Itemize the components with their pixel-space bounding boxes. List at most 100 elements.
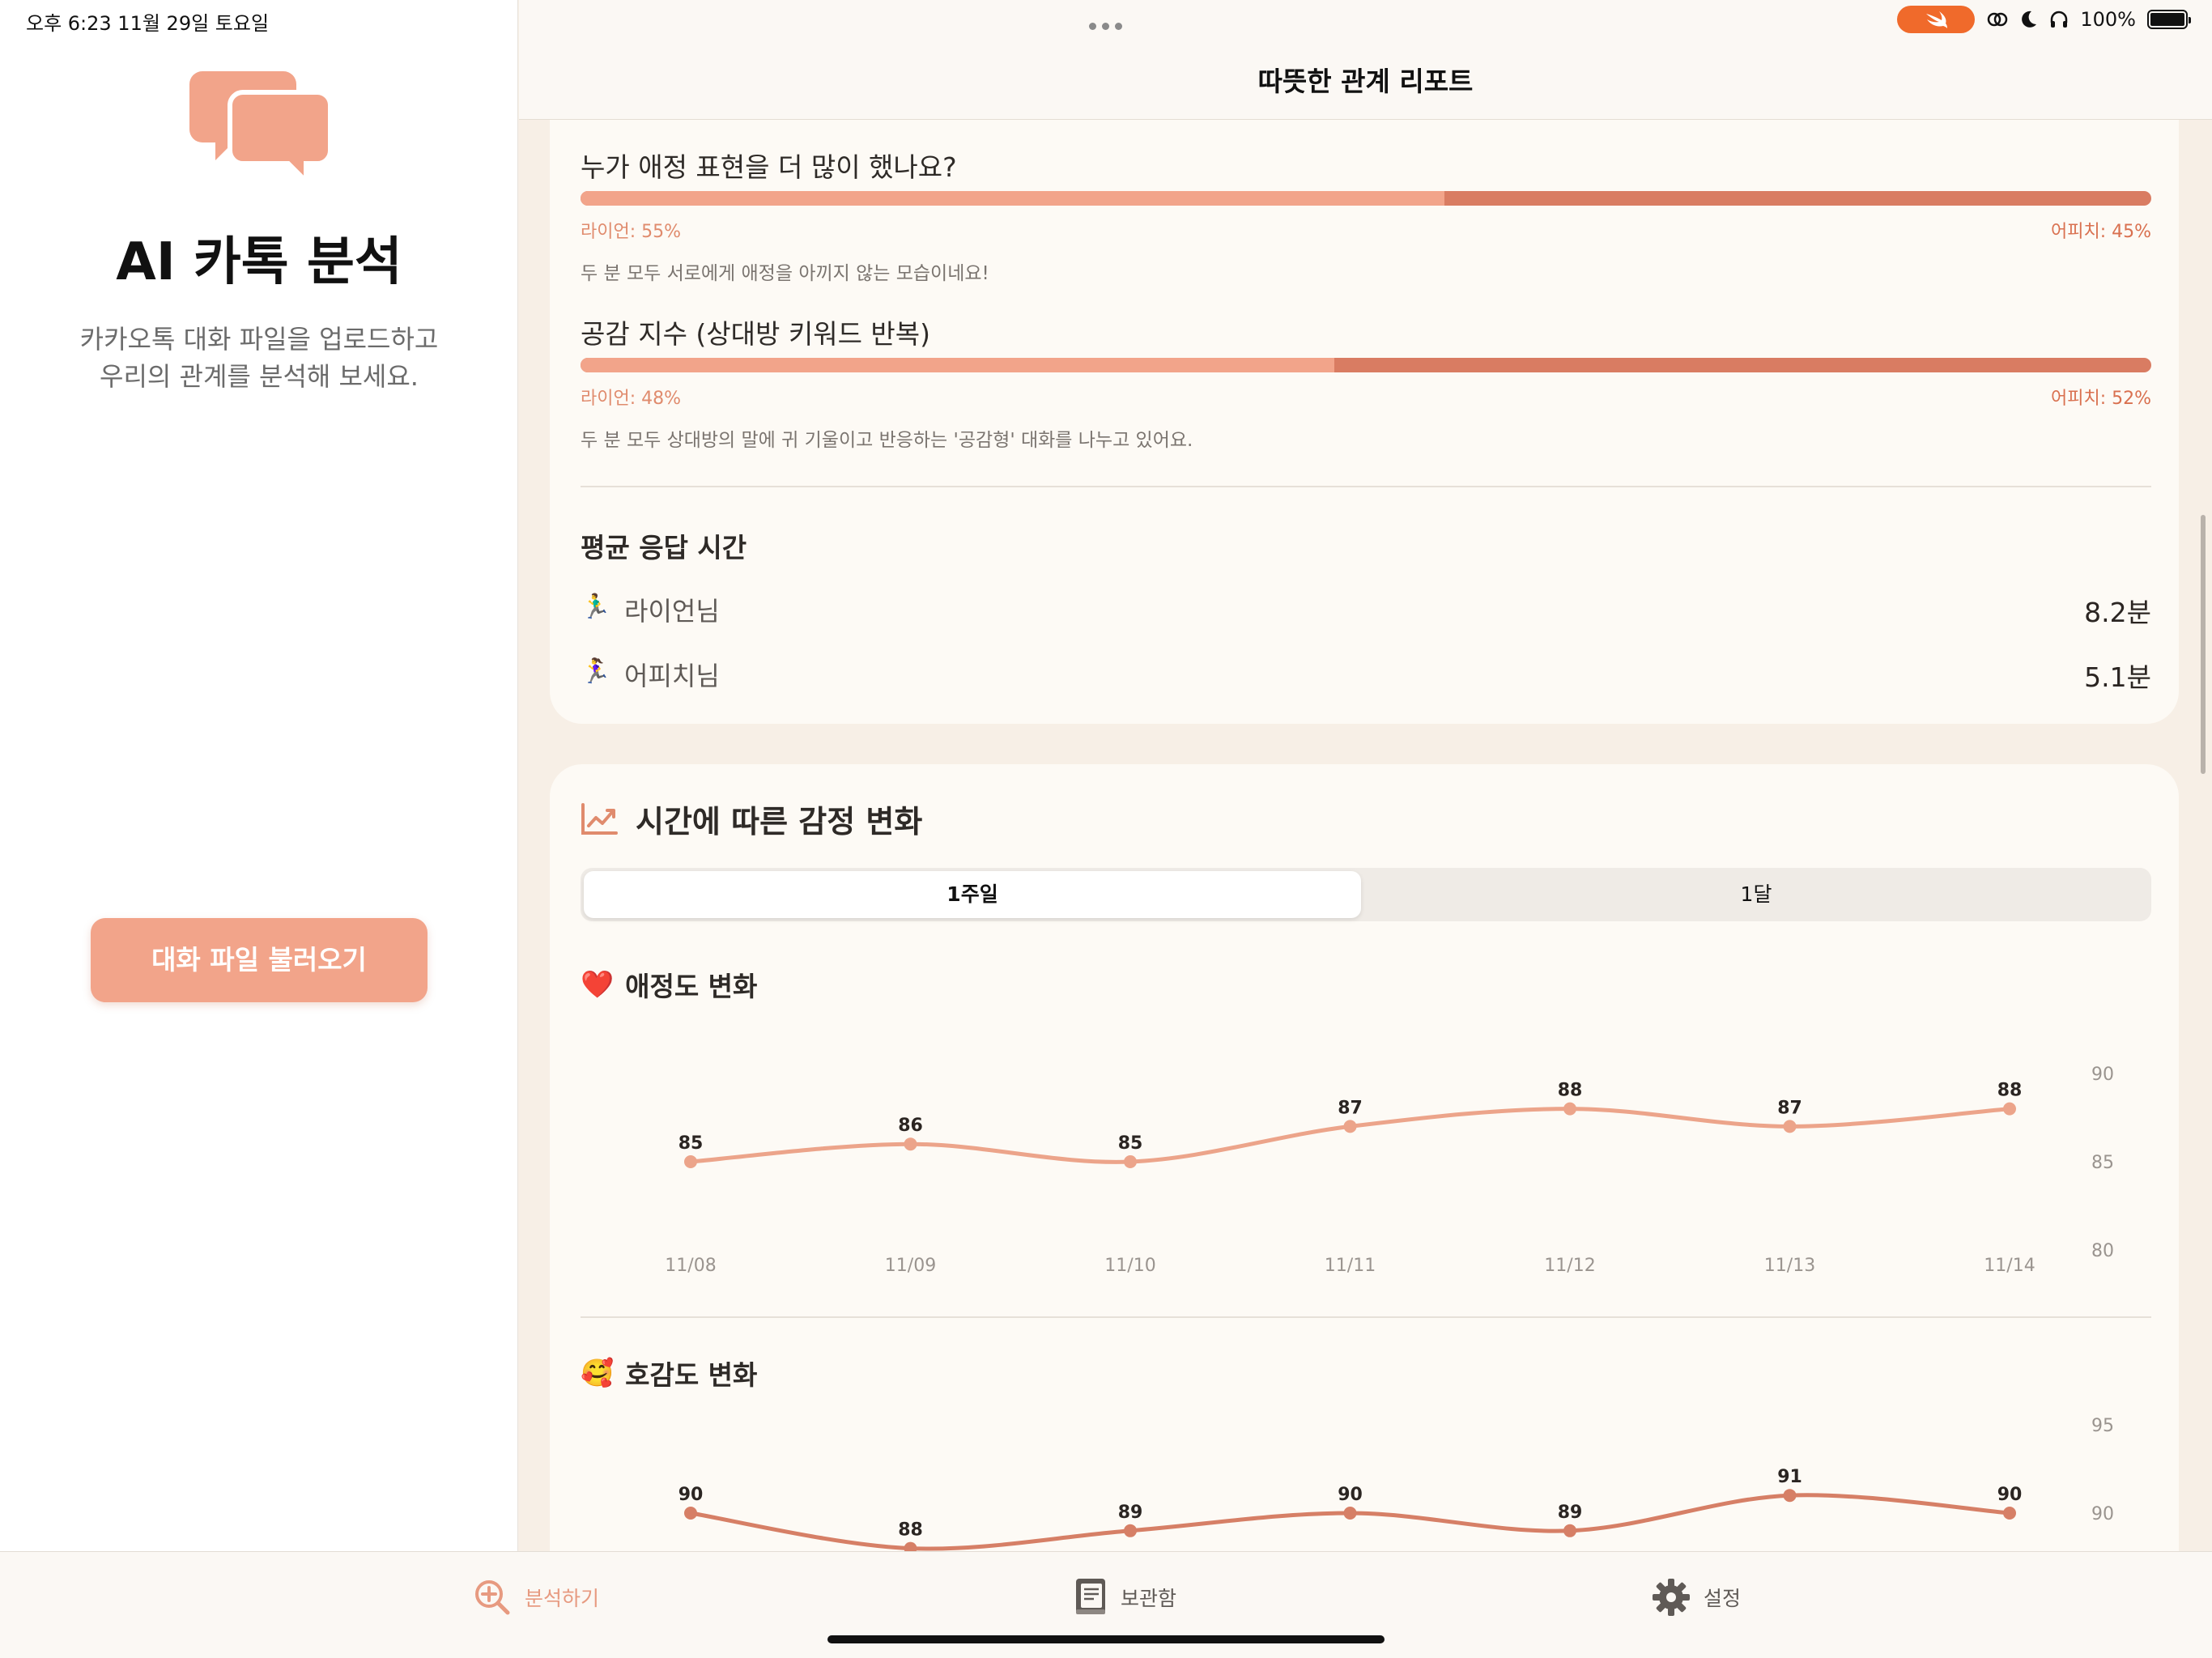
likability-line-chart: 90 95 90 88 89 90 89 91 90: [678, 1416, 2114, 1551]
data-point: [1343, 1507, 1357, 1520]
response-row-ryan: 🏃‍♂️ 라이언님 8.2분: [581, 591, 2151, 628]
y-tick-label: 90: [2091, 1504, 2114, 1524]
response-time-title: 평균 응답 시간: [581, 532, 747, 563]
data-point: [1563, 1524, 1576, 1537]
scroll-indicator[interactable]: [2201, 515, 2206, 774]
page-title: 따뜻한 관계 리포트: [1257, 66, 1474, 97]
multitasking-dots[interactable]: [1089, 18, 1129, 30]
status-icons: 100%: [1897, 5, 2191, 34]
x-tick-label: 11/13: [1764, 1256, 1815, 1276]
data-label: 86: [898, 1116, 923, 1136]
data-point: [904, 1541, 917, 1551]
data-point: [1124, 1524, 1137, 1537]
empathy-ratio-bar: [581, 358, 2151, 372]
data-point: [1783, 1489, 1797, 1503]
gear-icon: [1653, 1579, 1690, 1616]
x-tick-label: 11/08: [665, 1256, 716, 1276]
data-point: [684, 1507, 697, 1520]
y-tick-label: 80: [2091, 1241, 2114, 1261]
data-label: 87: [1777, 1098, 1802, 1118]
empathy-question: 공감 지수 (상대방 키워드 반복): [581, 318, 931, 350]
status-time-date: 오후 6:23 11월 29일 토요일: [26, 12, 270, 35]
segment-1month[interactable]: 1달: [1364, 871, 2148, 918]
load-chat-file-button[interactable]: 대화 파일 불러오기: [91, 918, 428, 1002]
affection-chart-label: 애정도 변화: [625, 971, 758, 1002]
runner-icon: 🏃‍♂️: [581, 593, 611, 621]
data-point: [2003, 1102, 2016, 1116]
data-label: 87: [1338, 1098, 1363, 1118]
data-label: 90: [1997, 1485, 2023, 1505]
data-label: 88: [898, 1520, 923, 1541]
navigation-bar: 따뜻한 관계 리포트 100%: [519, 0, 2212, 120]
battery-percent: 100%: [2080, 8, 2136, 31]
app-subtitle: 카카오톡 대화 파일을 업로드하고 우리의 관계를 분석해 보세요.: [0, 321, 518, 395]
affection-chart-title: ❤️ 애정도 변화: [581, 965, 757, 1004]
data-label: 90: [678, 1485, 704, 1505]
likability-chart-label: 호감도 변화: [625, 1359, 758, 1391]
data-label: 88: [1997, 1081, 2023, 1101]
likability-chart-title: 🥰 호감도 변화: [581, 1354, 757, 1392]
empathy-note: 두 분 모두 상대방의 말에 귀 기울이고 반응하는 '공감형' 대화를 나누고…: [581, 430, 1193, 451]
heart-icon: ❤️: [581, 968, 615, 1000]
y-tick-label: 95: [2091, 1416, 2114, 1436]
subtitle-line-1: 카카오톡 대화 파일을 업로드하고: [79, 324, 439, 355]
affection-right-label: 어피치: 45%: [2050, 222, 2151, 242]
data-label: 91: [1777, 1467, 1802, 1487]
runner-icon: 🏃‍♀️: [581, 657, 611, 686]
moon-icon: [2022, 11, 2037, 28]
tab-analyze-label: 분석하기: [525, 1587, 600, 1610]
period-segmented-control: 1주일 1달: [581, 868, 2151, 921]
chat-bubbles-icon: [189, 71, 330, 181]
response-name: 어피치님: [624, 661, 720, 691]
empathy-right-label: 어피치: 52%: [2050, 389, 2151, 409]
emotion-card-header: 시간에 따른 감정 변화: [581, 797, 922, 841]
y-tick-label: 85: [2091, 1153, 2114, 1173]
y-tick-label: 90: [2091, 1065, 2114, 1085]
data-point: [1124, 1155, 1137, 1168]
x-tick-label: 11/09: [885, 1256, 936, 1276]
data-point: [904, 1137, 917, 1151]
empathy-left-label: 라이언: 48%: [581, 389, 682, 409]
home-indicator: [827, 1635, 1385, 1643]
data-point: [1783, 1120, 1797, 1133]
affection-left-fill: [581, 191, 1444, 206]
trend-chart-icon: [581, 802, 618, 835]
link-icon: [1988, 12, 2008, 27]
data-label: 89: [1558, 1503, 1583, 1523]
data-label: 90: [1338, 1485, 1363, 1505]
data-point: [1563, 1102, 1576, 1116]
emotion-card-title: 시간에 따른 감정 변화: [636, 804, 923, 840]
data-label: 88: [1558, 1081, 1583, 1101]
magnifier-plus-icon: [475, 1580, 510, 1615]
segment-1week[interactable]: 1주일: [584, 871, 1361, 918]
affection-question: 누가 애정 표현을 더 많이 했나요?: [581, 151, 957, 183]
data-point: [684, 1155, 697, 1168]
data-point: [1343, 1120, 1357, 1133]
response-value: 8.2분: [2084, 597, 2151, 628]
data-label: 85: [678, 1133, 704, 1154]
data-label: 89: [1118, 1503, 1143, 1523]
main-panel: 누가 애정 표현을 더 많이 했나요? 라이언: 55% 어피치: 45% 두 …: [519, 0, 2212, 1551]
chart-divider: [581, 1316, 2151, 1318]
data-point: [2003, 1507, 2016, 1520]
tab-archive[interactable]: 보관함: [1074, 1575, 1176, 1620]
battery-icon: [2147, 10, 2191, 29]
response-value: 5.1분: [2084, 661, 2151, 693]
swift-playgrounds-icon: [1897, 6, 1976, 33]
smiling-face-icon: 🥰: [581, 1357, 615, 1388]
x-tick-label: 11/11: [1325, 1256, 1376, 1276]
subtitle-line-2: 우리의 관계를 분석해 보세요.: [100, 361, 419, 392]
x-tick-label: 11/12: [1544, 1256, 1595, 1276]
response-name: 라이언님: [624, 596, 720, 627]
app-title: AI 카톡 분석: [116, 232, 402, 292]
x-tick-label: 11/10: [1104, 1256, 1155, 1276]
section-divider: [581, 486, 2151, 487]
sidebar: 오후 6:23 11월 29일 토요일 AI 카톡 분석 카카오톡 대화 파일을…: [0, 0, 518, 1551]
affection-line-chart: 80 85 90 85 86 85 87 88 87 88 11/08 11/09 11/10 11/11…: [665, 1065, 2114, 1276]
affection-note: 두 분 모두 서로에게 애정을 아끼지 않는 모습이네요!: [581, 263, 989, 284]
tab-analyze[interactable]: 분석하기: [473, 1575, 599, 1620]
affection-left-label: 라이언: 55%: [581, 222, 682, 242]
affection-ratio-bar: [581, 191, 2151, 206]
tab-settings[interactable]: 설정: [1652, 1575, 1741, 1620]
response-row-apeach: 🏃‍♀️ 어피치님 5.1분: [581, 656, 2151, 693]
